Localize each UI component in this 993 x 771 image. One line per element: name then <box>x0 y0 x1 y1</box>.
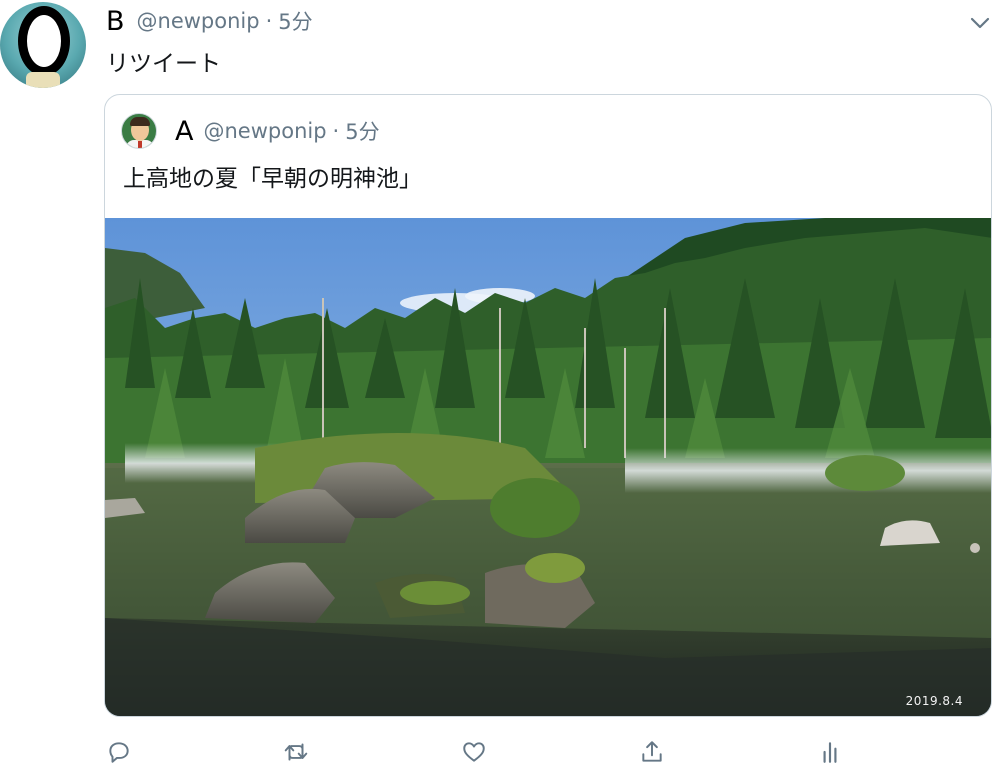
photo-pond-forest-scene <box>105 218 991 716</box>
share-button[interactable] <box>637 737 667 767</box>
quoted-tweet-text: 上高地の夏「早朝の明神池」 <box>123 166 422 192</box>
avatar-collar <box>26 72 60 88</box>
analytics-icon <box>823 742 837 763</box>
quoted-header-separator: · <box>332 119 340 143</box>
share-icon <box>642 741 662 762</box>
quoted-timestamp: 5分 <box>345 120 380 144</box>
retweet-button[interactable] <box>281 737 311 767</box>
quoted-display-name: A <box>175 115 194 147</box>
reply-button[interactable] <box>104 737 134 767</box>
reply-icon <box>109 742 129 763</box>
chevron-down-icon <box>970 17 990 29</box>
heart-icon <box>463 742 485 762</box>
retweet-icon <box>284 743 308 761</box>
quoted-handle: @newponip <box>203 119 327 143</box>
analytics-button[interactable] <box>815 737 845 767</box>
author-display-name[interactable]: B <box>106 6 125 37</box>
avatar-hair <box>130 117 150 126</box>
header-separator: · <box>265 9 273 33</box>
tweet-header: B @newponip · 5分 <box>106 4 313 38</box>
author-handle[interactable]: @newponip <box>137 9 260 33</box>
like-button[interactable] <box>459 737 489 767</box>
quoted-tweet-header: A @newponip · 5分 <box>175 115 380 147</box>
more-menu-button[interactable] <box>969 12 991 34</box>
avatar-face <box>18 6 70 76</box>
tweet-text: リツイート <box>106 51 221 77</box>
tweet-timestamp[interactable]: 5分 <box>278 6 312 36</box>
quoted-author-avatar[interactable] <box>121 113 157 149</box>
tweet-action-bar <box>104 735 864 769</box>
author-avatar[interactable] <box>0 2 86 88</box>
photo-date-stamp: 2019.8.4 <box>905 694 963 708</box>
avatar-tie <box>138 141 142 148</box>
quoted-tweet-card[interactable]: A @newponip · 5分 上高地の夏「早朝の明神池」 2019.8.4 <box>104 94 992 717</box>
tweet-photo[interactable]: 2019.8.4 <box>105 218 991 716</box>
